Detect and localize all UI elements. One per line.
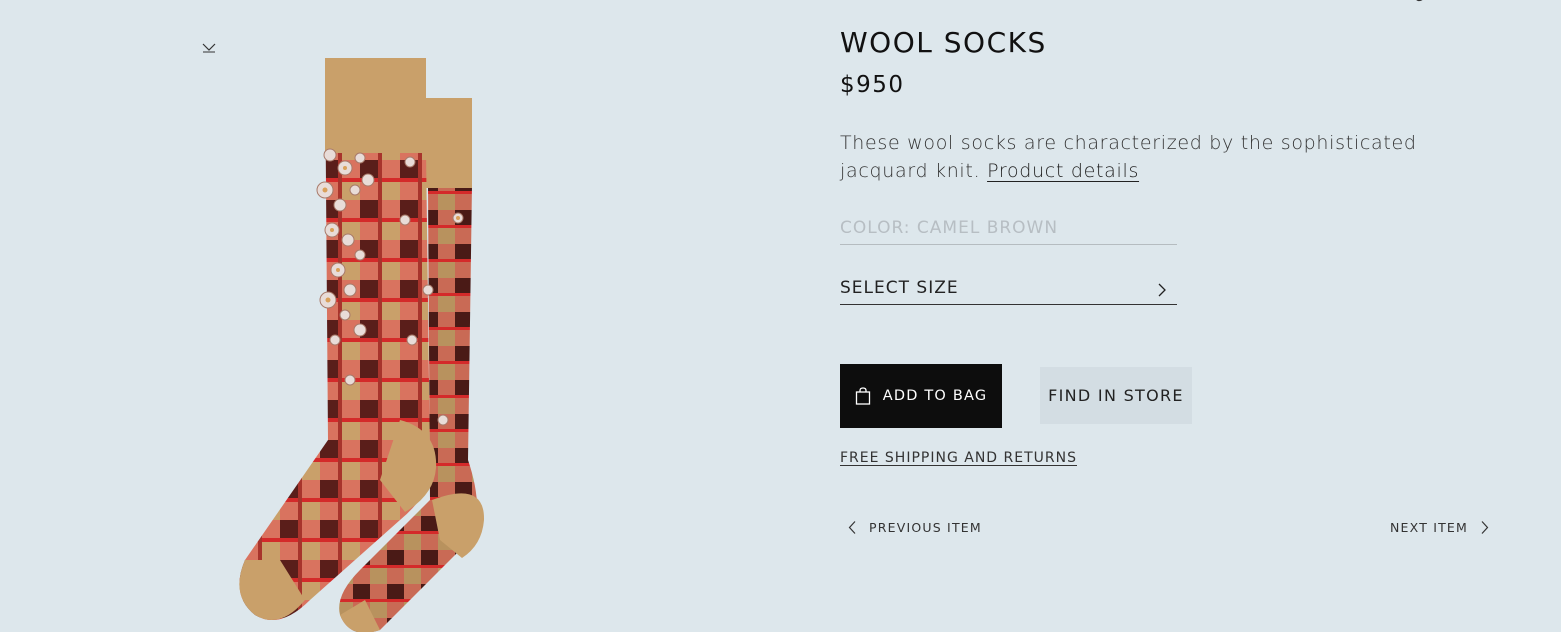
product-price: $950 [840,72,905,98]
next-item-label: NEXT ITEM [1390,520,1469,535]
previous-item-link[interactable]: PREVIOUS ITEM [848,520,982,535]
product-details-link[interactable]: Product details [987,160,1139,182]
add-to-bag-button[interactable]: ADD TO BAG [840,364,1002,428]
product-title: WOOL SOCKS [840,26,1047,59]
size-select[interactable]: SELECT SIZE [840,278,1177,305]
color-label: COLOR: CAMEL BROWN [840,218,1059,238]
shopping-bag-icon [855,387,870,405]
color-field: COLOR: CAMEL BROWN [840,218,1177,245]
free-shipping-link[interactable]: FREE SHIPPING AND RETURNS [840,450,1077,466]
chevron-right-icon [1481,521,1489,534]
find-in-store-button[interactable]: FIND IN STORE [1040,367,1192,424]
product-image-gallery [0,0,780,632]
chevron-left-icon [848,521,856,534]
previous-item-label: PREVIOUS ITEM [869,520,982,535]
add-to-bag-label: ADD TO BAG [882,388,988,404]
chevron-down-icon[interactable] [200,40,218,54]
chevron-right-icon [1158,283,1166,297]
size-label: SELECT SIZE [840,278,959,298]
product-info-panel: WOOL SOCKS $950 These wool socks are cha… [840,0,1500,632]
product-image-socks[interactable] [200,40,520,632]
next-item-link[interactable]: NEXT ITEM [1390,520,1489,535]
product-description: These wool socks are characterized by th… [840,129,1440,185]
